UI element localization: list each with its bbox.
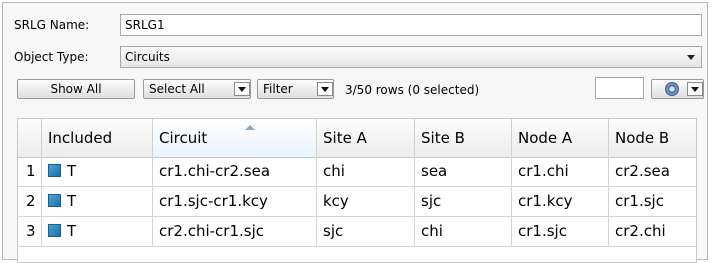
select-all-dropdown-icon[interactable] — [234, 82, 250, 96]
circuit-cell[interactable]: cr2.chi-cr1.sjc — [153, 217, 317, 246]
chevron-down-icon — [687, 55, 695, 60]
column-header-site-b[interactable]: Site B — [415, 119, 512, 157]
column-header-site-a[interactable]: Site A — [317, 119, 415, 157]
settings-menu-button[interactable] — [651, 79, 704, 99]
node-a-cell[interactable]: cr1.chi — [512, 157, 609, 186]
included-swatch-icon — [48, 164, 61, 177]
site-a-cell[interactable]: sjc — [317, 217, 415, 246]
table-row[interactable]: 3 T cr2.chi-cr1.sjc sjc chi cr1.sjc cr2.… — [18, 217, 696, 247]
sort-ascending-icon — [245, 125, 255, 130]
row-number-header — [18, 119, 42, 157]
column-header-included[interactable]: Included — [42, 119, 153, 157]
object-type-value: Circuits — [125, 50, 170, 64]
node-a-cell[interactable]: cr1.sjc — [512, 217, 609, 246]
column-header-circuit[interactable]: Circuit — [153, 119, 317, 157]
circuit-cell[interactable]: cr1.chi-cr2.sea — [153, 157, 317, 186]
quick-search-input[interactable] — [595, 77, 644, 99]
filter-button[interactable]: Filter — [257, 79, 334, 99]
select-all-button[interactable]: Select All — [143, 79, 251, 99]
node-b-cell[interactable]: cr2.sea — [609, 157, 696, 186]
srlg-name-input[interactable]: SRLG1 — [120, 14, 702, 36]
select-all-label: Select All — [149, 82, 205, 96]
table-header: Included Circuit Site A Site B Node A No… — [18, 119, 696, 158]
included-value: T — [67, 222, 77, 240]
table-row[interactable]: 1 T cr1.chi-cr2.sea chi sea cr1.chi cr2.… — [18, 157, 696, 187]
site-a-cell[interactable]: kcy — [317, 187, 415, 216]
srlg-panel: SRLG Name: SRLG1 Object Type: Circuits S… — [2, 2, 708, 263]
circuit-cell[interactable]: cr1.sjc-cr1.kcy — [153, 187, 317, 216]
circuits-table: Included Circuit Site A Site B Node A No… — [17, 118, 697, 263]
site-b-cell[interactable]: sjc — [415, 187, 512, 216]
row-number: 3 — [18, 217, 42, 246]
site-b-cell[interactable]: sea — [415, 157, 512, 186]
column-header-circuit-label: Circuit — [159, 129, 208, 147]
included-cell[interactable]: T — [42, 217, 153, 246]
column-header-node-b[interactable]: Node B — [609, 119, 696, 157]
node-b-cell[interactable]: cr2.chi — [609, 217, 696, 246]
included-swatch-icon — [48, 194, 61, 207]
srlg-name-label: SRLG Name: — [14, 18, 90, 32]
column-header-node-a[interactable]: Node A — [512, 119, 609, 157]
object-type-label: Object Type: — [14, 50, 89, 64]
site-b-cell[interactable]: chi — [415, 217, 512, 246]
show-all-button[interactable]: Show All — [17, 79, 135, 99]
row-number: 2 — [18, 187, 42, 216]
site-a-cell[interactable]: chi — [317, 157, 415, 186]
included-swatch-icon — [48, 224, 61, 237]
table-row[interactable]: 2 T cr1.sjc-cr1.kcy kcy sjc cr1.kcy cr1.… — [18, 187, 696, 217]
row-count-status: 3/50 rows (0 selected) — [345, 83, 480, 97]
included-cell[interactable]: T — [42, 187, 153, 216]
gear-icon — [665, 82, 679, 96]
settings-dropdown-icon[interactable] — [687, 82, 703, 96]
row-number: 1 — [18, 157, 42, 186]
node-b-cell[interactable]: cr1.sjc — [609, 187, 696, 216]
included-value: T — [67, 192, 77, 210]
object-type-select[interactable]: Circuits — [120, 46, 702, 68]
node-a-cell[interactable]: cr1.kcy — [512, 187, 609, 216]
filter-dropdown-icon[interactable] — [317, 82, 333, 96]
included-value: T — [67, 162, 77, 180]
included-cell[interactable]: T — [42, 157, 153, 186]
filter-label: Filter — [263, 82, 293, 96]
